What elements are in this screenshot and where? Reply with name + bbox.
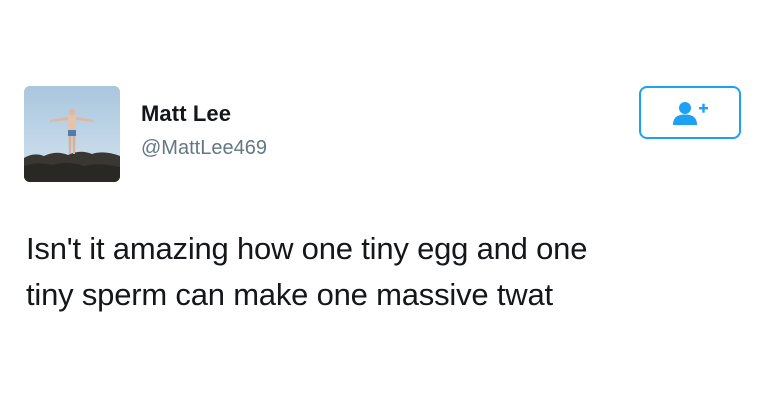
tweet-line: tiny sperm can make one massive twat bbox=[26, 277, 553, 312]
add-user-icon bbox=[673, 101, 708, 125]
profile-photo-icon bbox=[24, 86, 120, 182]
avatar[interactable] bbox=[24, 86, 120, 182]
display-name[interactable]: Matt Lee bbox=[141, 101, 231, 127]
tweet-text: Isn't it amazing how one tiny egg and on… bbox=[26, 226, 746, 318]
tweet-card: Matt Lee @MattLee469 Isn't it amazing ho… bbox=[0, 0, 768, 405]
follow-button[interactable] bbox=[639, 86, 741, 139]
tweet-line: Isn't it amazing how one tiny egg and on… bbox=[26, 231, 588, 266]
user-handle[interactable]: @MattLee469 bbox=[141, 137, 267, 160]
